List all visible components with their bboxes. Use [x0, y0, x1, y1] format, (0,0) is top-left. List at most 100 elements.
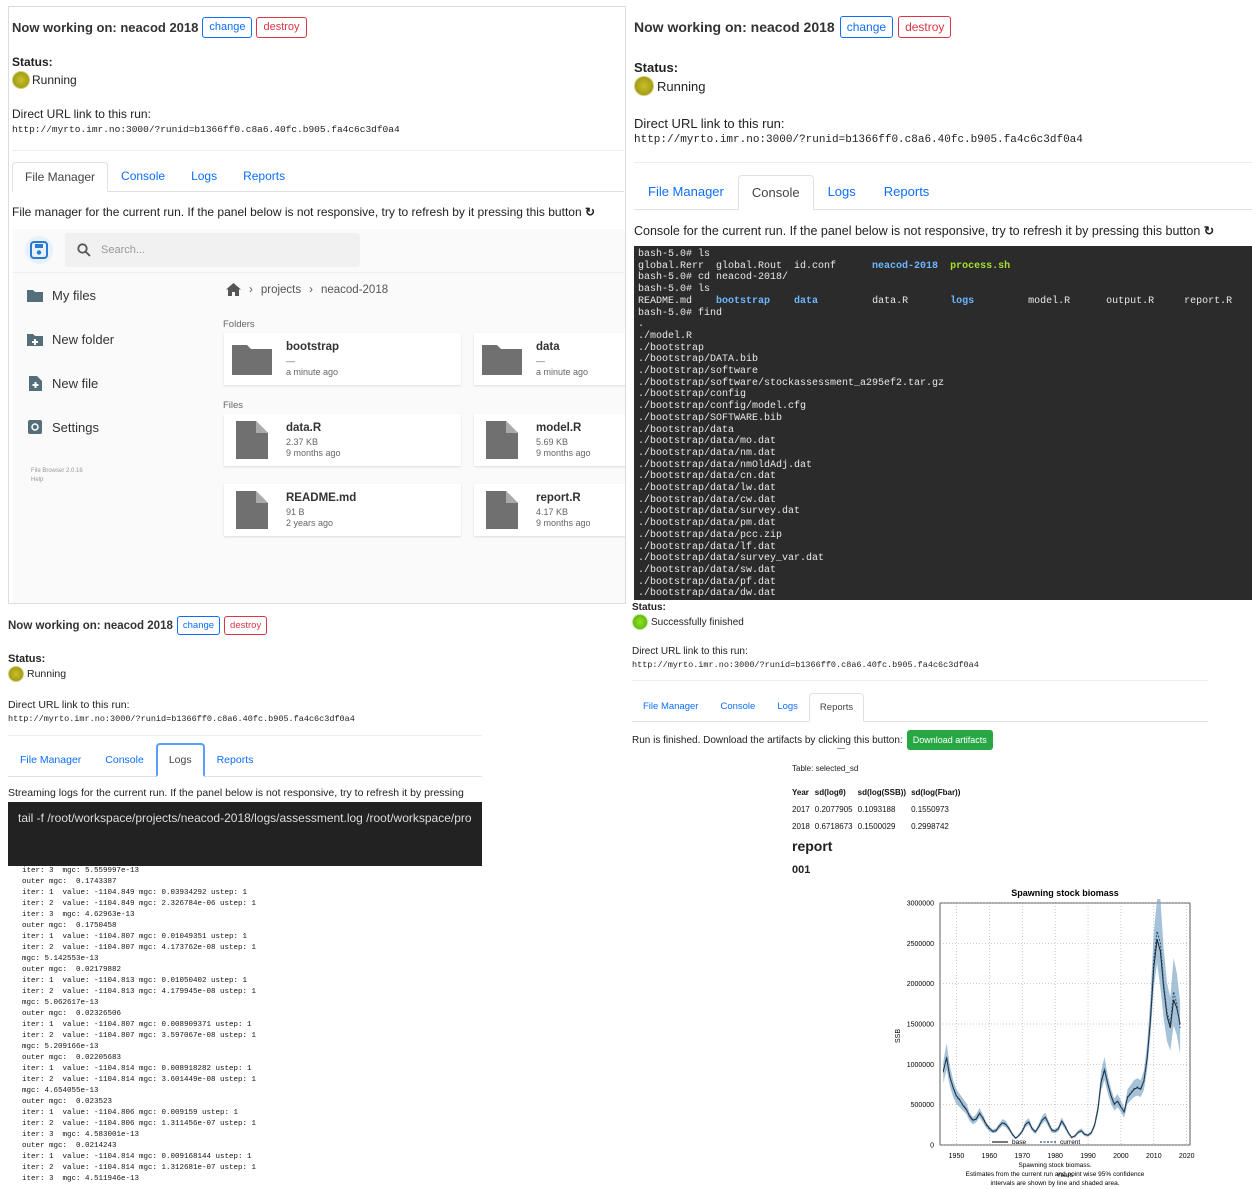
sidebar-item-new-file[interactable]: New file — [13, 361, 218, 405]
breadcrumb-item-neacod[interactable]: neacod-2018 — [321, 284, 388, 296]
sidebar-item-settings[interactable]: Settings — [13, 405, 218, 449]
download-artifacts-button[interactable]: Download artifacts — [906, 730, 993, 750]
tab-console[interactable]: Console — [737, 175, 814, 210]
folder-card-data[interactable]: data — a minute ago — [474, 333, 625, 385]
fm-help-link[interactable]: Help — [31, 476, 218, 485]
log-line: mgc: 4.654055e-13 — [22, 1087, 99, 1095]
direct-url[interactable]: http://myrto.imr.no:3000/?runid=b1366ff0… — [12, 124, 400, 135]
file-card-report-r[interactable]: report.R 4.17 KB 9 months ago — [474, 484, 625, 536]
folder-card-bootstrap[interactable]: bootstrap — a minute ago — [224, 333, 461, 385]
log-line: iter: 1 value: -1104.806 mgc: 0.009159 u… — [22, 1109, 239, 1117]
reports-panel: Status: Successfully finished Direct URL… — [630, 600, 1208, 1189]
save-icon[interactable] — [25, 236, 53, 264]
folder-icon — [27, 288, 43, 302]
terminal[interactable]: bash-5.0# ls global.Rerr global.Rout id.… — [634, 246, 1252, 600]
folder-name: bootstrap — [286, 340, 340, 353]
tab-reports[interactable]: Reports — [870, 174, 944, 209]
tab-file-manager[interactable]: File Manager — [632, 692, 709, 721]
log-line: outer mgc: 0.023523 — [22, 1098, 113, 1106]
tab-reports[interactable]: Reports — [230, 161, 298, 191]
table-header-row: Year sd(logθ) sd(log(SSB)) sd(log(Fbar)) — [792, 785, 963, 800]
tab-bar: File Manager Console Logs Reports — [12, 162, 624, 192]
fm-sidebar: My files New folder New file Settings Fi… — [13, 273, 218, 603]
file-name: model.R — [536, 421, 582, 434]
find-output-line: ./bootstrap/data/pm.dat — [638, 518, 777, 530]
tab-console[interactable]: Console — [93, 744, 156, 776]
chart-title: Spawning stock biomass — [1011, 888, 1119, 898]
breadcrumb-item-projects[interactable]: projects — [261, 284, 301, 296]
log-line: iter: 2 value: -1104.813 mgc: 4.179945e-… — [22, 988, 257, 996]
fm-description: File manager for the current run. If the… — [12, 205, 595, 219]
refresh-icon[interactable]: ↻ — [585, 205, 595, 219]
log-line: iter: 3 mgc: 4.583001e-13 — [22, 1131, 140, 1139]
file-card-data-r[interactable]: data.R 2.37 KB 9 months ago — [224, 414, 461, 466]
file-size: 2.37 KB — [286, 436, 319, 447]
y-tick-label: 2500000 — [907, 941, 934, 948]
legend-label-current: current — [1060, 1139, 1080, 1146]
file-card-model-r[interactable]: model.R 5.69 KB 9 months ago — [474, 414, 625, 466]
change-button[interactable]: change — [839, 16, 894, 39]
sidebar-item-my-files[interactable]: My files — [13, 273, 218, 317]
refresh-icon[interactable]: ↻ — [1204, 223, 1214, 238]
tab-file-manager[interactable]: File Manager — [12, 162, 109, 192]
terminal-line: global.Rerr global.Rout id.conf neacod-2… — [638, 260, 1011, 272]
find-output-line: ./bootstrap/data/survey.dat — [638, 506, 801, 518]
find-output-line: ./model.R — [638, 330, 693, 342]
tab-reports[interactable]: Reports — [205, 744, 266, 776]
legend-label-base: base — [1012, 1139, 1026, 1146]
log-line: mgc: 5.062617e-13 — [22, 999, 99, 1007]
search-box[interactable]: Search... — [65, 233, 360, 267]
y-tick-label: 2000000 — [907, 981, 934, 988]
find-output-line: ./bootstrap/data/lf.dat — [638, 541, 777, 553]
plot-frame — [939, 902, 1191, 1146]
home-icon[interactable] — [226, 283, 241, 296]
tab-console[interactable]: Console — [709, 692, 766, 721]
sidebar-item-new-folder[interactable]: New folder — [13, 317, 218, 361]
search-input[interactable]: Search... — [101, 244, 145, 256]
folder-modified: a minute ago — [536, 367, 589, 378]
file-modified: 2 years ago — [286, 518, 334, 529]
direct-url-label: Direct URL link to this run: — [8, 699, 130, 711]
working-title: Now working on: neacod 2018 — [12, 20, 199, 36]
destroy-button[interactable]: destroy — [224, 616, 268, 636]
file-size: 91 B — [286, 506, 305, 517]
tab-console[interactable]: Console — [108, 161, 178, 191]
series-line-base — [942, 939, 1181, 1139]
console-panel: Now working on: neacod 2018 change destr… — [630, 6, 1252, 600]
direct-url[interactable]: http://myrto.imr.no:3000/?runid=b1366ff0… — [634, 134, 1083, 146]
file-size: 4.17 KB — [536, 506, 569, 517]
find-output-line: ./bootstrap/data/dw.dat — [638, 588, 777, 600]
tab-logs[interactable]: Logs — [766, 692, 809, 721]
status-label: Status: — [12, 55, 53, 69]
log-command-bar: tail -f /root/workspace/projects/neacod-… — [8, 802, 482, 866]
find-output-line: ./bootstrap/data — [638, 424, 735, 436]
change-button[interactable]: change — [176, 616, 221, 636]
tab-logs[interactable]: Logs — [155, 743, 205, 777]
sidebar-item-label: New folder — [52, 331, 115, 347]
tab-reports[interactable]: Reports — [808, 693, 865, 722]
tab-bar: File Manager Console Logs Reports — [632, 692, 1208, 722]
tab-logs[interactable]: Logs — [814, 174, 870, 209]
destroy-button[interactable]: destroy — [256, 17, 307, 39]
logs-panel: Now working on: neacod 2018 change destr… — [4, 604, 482, 1189]
tab-file-manager[interactable]: File Manager — [8, 744, 93, 776]
file-card-readme[interactable]: README.md 91 B2 years ago — [224, 484, 461, 536]
find-output-line: ./bootstrap/data/mo.dat — [638, 436, 777, 448]
table-header: sd(logθ) — [814, 788, 846, 797]
direct-url[interactable]: http://myrto.imr.no:3000/?runid=b1366ff0… — [8, 714, 355, 724]
confidence-band — [943, 899, 1181, 1140]
sidebar-item-label: Settings — [52, 419, 99, 435]
log-line: iter: 2 value: -1104.814 mgc: 3.601449e-… — [22, 1076, 257, 1084]
tab-bar: File Manager Console Logs Reports — [8, 743, 482, 777]
find-output-line: ./bootstrap/data/nm.dat — [638, 447, 777, 459]
table-row: 2018 0.6718673 0.1500029 0.2998742 — [792, 822, 949, 831]
direct-url[interactable]: http://myrto.imr.no:3000/?runid=b1366ff0… — [632, 660, 979, 670]
tab-logs[interactable]: Logs — [178, 161, 230, 191]
find-output-line: ./bootstrap/data/pf.dat — [638, 576, 777, 588]
tab-file-manager[interactable]: File Manager — [634, 174, 738, 209]
x-tick-label: 1980 — [1047, 1153, 1063, 1160]
file-icon — [232, 491, 272, 529]
destroy-button[interactable]: destroy — [898, 16, 952, 39]
file-name: README.md — [286, 491, 357, 504]
change-button[interactable]: change — [202, 17, 253, 39]
